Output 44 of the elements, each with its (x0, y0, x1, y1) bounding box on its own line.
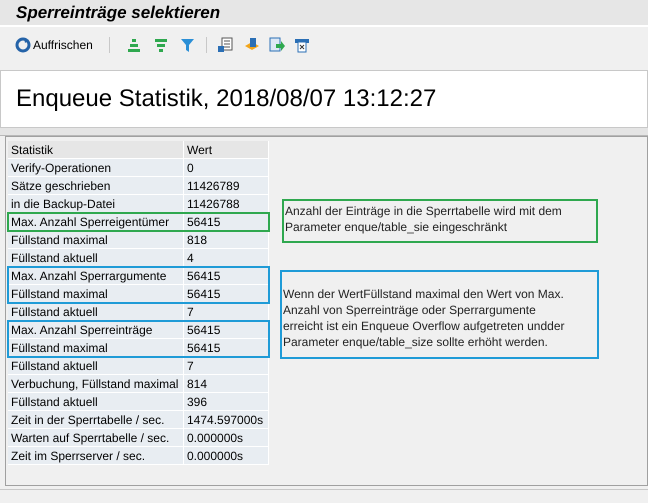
table-cell: Max. Anzahl Sperreinträge (8, 321, 184, 339)
column-header: Wert (184, 141, 269, 159)
refresh-button[interactable]: Auffrischen (14, 34, 94, 56)
table-cell: Füllstand aktuell (8, 393, 184, 411)
table-cell: Warten auf Sperrtabelle / sec. (8, 429, 184, 447)
table-cell: 56415 (184, 213, 269, 231)
print-icon[interactable] (292, 36, 311, 54)
document-export-icon[interactable] (268, 36, 286, 54)
table-cell: Zeit im Sperrserver / sec. (8, 447, 184, 465)
table-cell: 4 (184, 249, 269, 267)
table-cell: Sätze geschrieben (8, 177, 184, 195)
table-cell: 56415 (184, 339, 269, 357)
table-cell: 0 (184, 159, 269, 177)
column-header: Statistik (8, 141, 184, 159)
table-cell: Max. Anzahl Sperrargumente (8, 267, 184, 285)
table-cell: 7 (184, 357, 269, 375)
refresh-icon (15, 37, 31, 53)
table-cell: 0.000000s (184, 429, 269, 447)
table-cell: Verify-Operationen (8, 159, 184, 177)
annotation-note: Anzahl der Einträge in die Sperrtabelle wird mit dem Parameter enque/table_sie eingeschränkt (282, 199, 598, 243)
table-cell: 56415 (184, 285, 269, 303)
window-title: Sperreinträge selektieren (16, 2, 220, 24)
table-cell: 11426788 (184, 195, 269, 213)
annotation-note: Wenn der WertFüllstand maximal den Wert von Max. Anzahl von Sperreinträge oder Sperrargumente erreicht ist ein Enqueue Overflow aufgetreten undder Parameter enque/table_size sollte erhöht werden. (280, 270, 599, 359)
spreadsheet-icon[interactable] (216, 36, 234, 54)
page-heading: Enqueue Statistik, 2018/08/07 13:12:27 (16, 84, 436, 114)
table-cell: Füllstand maximal (8, 285, 184, 303)
table-cell: Füllstand aktuell (8, 249, 184, 267)
table-cell: 396 (184, 393, 269, 411)
table-cell: 56415 (184, 267, 269, 285)
table-cell: Füllstand aktuell (8, 357, 184, 375)
table-cell: 0.000000s (184, 447, 269, 465)
table-cell: 818 (184, 231, 269, 249)
table-cell: Füllstand maximal (8, 231, 184, 249)
table-cell: 1474.597000s (184, 411, 269, 429)
table-cell: Verbuchung, Füllstand maximal (8, 375, 184, 393)
filter-icon[interactable] (178, 36, 197, 54)
table-cell: 11426789 (184, 177, 269, 195)
table-cell: Max. Anzahl Sperreigentümer (8, 213, 184, 231)
table-cell: 814 (184, 375, 269, 393)
table-cell: Füllstand maximal (8, 339, 184, 357)
table-cell: 56415 (184, 321, 269, 339)
table-cell: in die Backup-Datei (8, 195, 184, 213)
table-cell: Zeit in der Sperrtabelle / sec. (8, 411, 184, 429)
